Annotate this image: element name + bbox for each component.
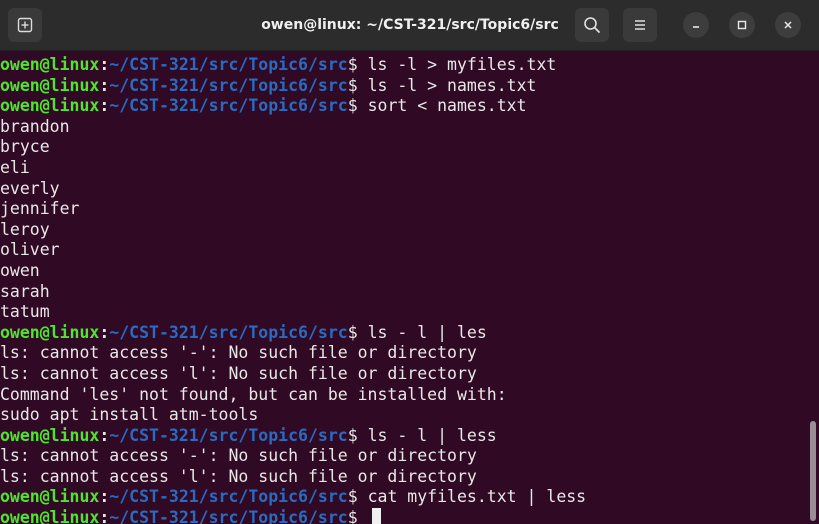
output-line: sarah: [0, 281, 50, 301]
prompt-colon: :: [99, 425, 110, 445]
close-button[interactable]: [775, 12, 801, 38]
prompt-path: ~/CST-321/src/Topic6/src: [109, 508, 348, 524]
prompt-line: owen@linux:~/CST-321/src/Topic6/src$ cat…: [0, 487, 800, 508]
maximize-icon: [737, 20, 747, 30]
output-line: ls: cannot access 'l': No such file or d…: [0, 466, 477, 486]
prompt-line: owen@linux:~/CST-321/src/Topic6/src$: [0, 508, 800, 524]
prompt-symbol: $: [347, 322, 358, 342]
prompt-colon: :: [99, 487, 110, 507]
new-tab-button[interactable]: [8, 8, 42, 42]
prompt-colon: :: [99, 96, 110, 116]
output-line: ls: cannot access '-': No such file or d…: [0, 343, 477, 363]
prompt-user-host: owen@linux: [0, 508, 100, 524]
scrollbar[interactable]: [807, 51, 819, 524]
output-line: brandon: [0, 116, 70, 136]
minimize-icon: [691, 20, 701, 30]
output-line: bryce: [0, 137, 50, 157]
text-cursor: [371, 508, 381, 524]
command-text: ls -l > myfiles.txt: [357, 55, 557, 74]
output-line: tatum: [0, 302, 50, 322]
prompt-path: ~/CST-321/src/Topic6/src: [109, 96, 348, 116]
output-line: sudo apt install atm-tools: [0, 405, 259, 425]
prompt-symbol: $: [347, 55, 358, 74]
output-line: oliver: [0, 240, 60, 260]
output-line: jennifer: [0, 199, 80, 219]
prompt-user-host: owen@linux: [0, 75, 100, 95]
output-line: owen: [0, 260, 40, 280]
command-text: cat myfiles.txt | less: [357, 487, 587, 507]
output-line: ls: cannot access '-': No such file or d…: [0, 446, 477, 466]
prompt-path: ~/CST-321/src/Topic6/src: [109, 425, 348, 445]
prompt-user-host: owen@linux: [0, 55, 100, 74]
command-text: [358, 508, 368, 524]
close-icon: [783, 20, 793, 30]
prompt-user-host: owen@linux: [0, 322, 100, 342]
prompt-symbol: $: [347, 75, 358, 95]
prompt-path: ~/CST-321/src/Topic6/src: [109, 55, 348, 74]
prompt-symbol: $: [347, 487, 358, 507]
prompt-line: owen@linux:~/CST-321/src/Topic6/src$ sor…: [0, 96, 800, 117]
title-bar: owen@linux: ~/CST-321/src/Topic6/src: [0, 0, 819, 51]
menu-button[interactable]: [623, 8, 657, 42]
prompt-user-host: owen@linux: [0, 96, 100, 116]
prompt-symbol: $: [347, 425, 358, 445]
terminal-output[interactable]: owen@linux:~/CST-321/src/Topic6/src$ ls …: [0, 55, 800, 524]
prompt-colon: :: [99, 508, 110, 524]
output-line: leroy: [0, 219, 50, 239]
output-line: ls: cannot access 'l': No such file or d…: [0, 363, 477, 383]
prompt-line: owen@linux:~/CST-321/src/Topic6/src$ ls …: [0, 323, 800, 344]
scrollbar-thumb[interactable]: [810, 421, 816, 521]
minimize-button[interactable]: [683, 12, 709, 38]
search-button[interactable]: [575, 8, 609, 42]
prompt-colon: :: [99, 75, 110, 95]
hamburger-menu-icon: [633, 18, 647, 32]
prompt-colon: :: [99, 322, 110, 342]
prompt-path: ~/CST-321/src/Topic6/src: [109, 487, 348, 507]
output-line: everly: [0, 178, 60, 198]
prompt-colon: :: [99, 55, 110, 74]
output-line: Command 'les' not found, but can be inst…: [0, 384, 507, 404]
command-text: ls - l | less: [357, 425, 497, 445]
prompt-user-host: owen@linux: [0, 425, 100, 445]
terminal-window: owen@linux: ~/CST-321/src/Topic6/src owe…: [0, 0, 819, 524]
maximize-button[interactable]: [729, 12, 755, 38]
output-line: eli: [0, 157, 30, 177]
prompt-symbol: $: [347, 96, 358, 116]
prompt-symbol: $: [347, 508, 358, 524]
new-tab-icon: [17, 17, 33, 33]
prompt-path: ~/CST-321/src/Topic6/src: [109, 322, 348, 342]
prompt-line: owen@linux:~/CST-321/src/Topic6/src$ ls …: [0, 55, 800, 76]
window-title: owen@linux: ~/CST-321/src/Topic6/src: [261, 17, 559, 33]
command-text: sort < names.txt: [357, 96, 527, 116]
prompt-line: owen@linux:~/CST-321/src/Topic6/src$ ls …: [0, 426, 800, 447]
prompt-path: ~/CST-321/src/Topic6/src: [109, 75, 348, 95]
prompt-line: owen@linux:~/CST-321/src/Topic6/src$ ls …: [0, 76, 800, 97]
prompt-user-host: owen@linux: [0, 487, 100, 507]
command-text: ls - l | les: [357, 322, 487, 342]
command-text: ls -l > names.txt: [357, 75, 537, 95]
search-icon: [583, 16, 601, 34]
